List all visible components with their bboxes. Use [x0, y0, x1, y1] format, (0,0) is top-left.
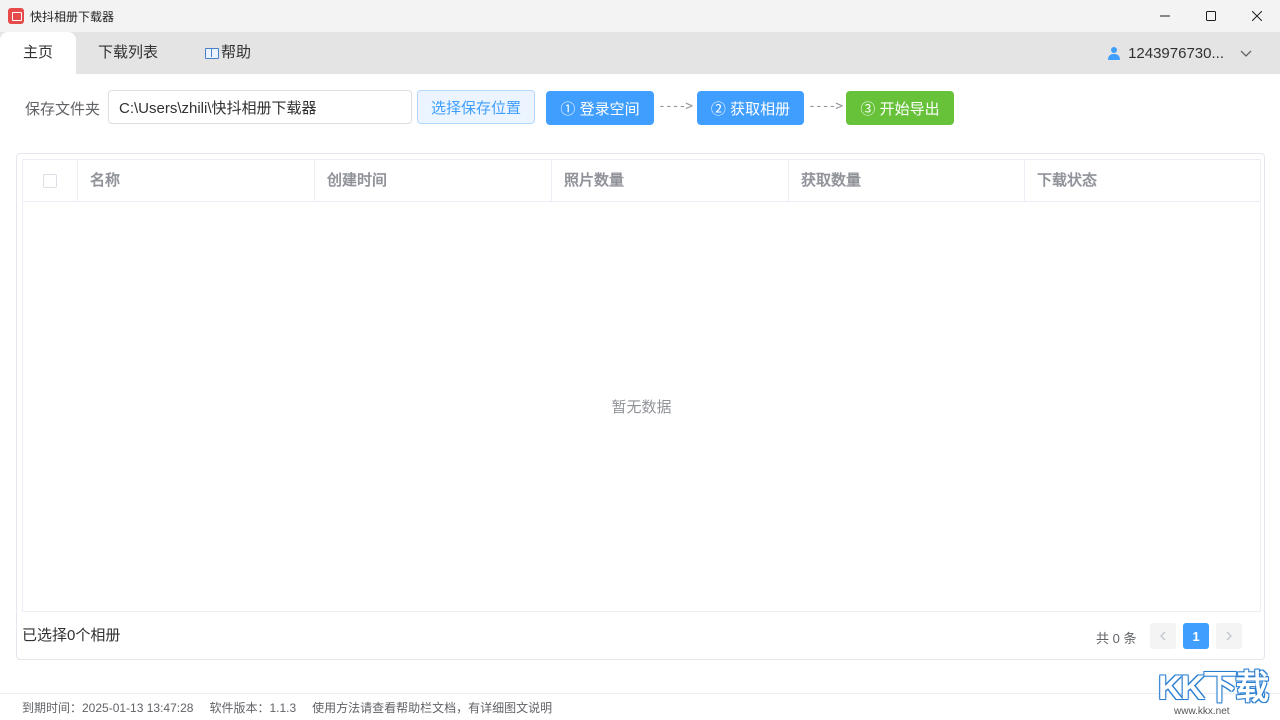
album-table-card: 名称 创建时间 照片数量 获取数量 下载状态 暂无数据 已选择0个相册 共 0 …: [16, 153, 1265, 660]
chevron-left-icon: [1160, 631, 1166, 641]
fetch-albums-button[interactable]: ② 获取相册: [697, 91, 804, 125]
step-arrow: ---->: [658, 99, 693, 114]
column-header-fetched-count: 获取数量: [789, 160, 1025, 201]
table-header: 名称 创建时间 照片数量 获取数量 下载状态: [23, 160, 1260, 202]
watermark: KK下载 www.kkx.net: [1158, 660, 1280, 720]
page-number-button[interactable]: 1: [1183, 623, 1209, 649]
chevron-down-icon: [1240, 45, 1252, 62]
user-menu[interactable]: 1243976730...: [1108, 32, 1252, 74]
help-hint: 使用方法请查看帮助栏文档，有详细图文说明: [312, 700, 553, 715]
select-all-cell: [23, 160, 78, 201]
user-account: 1243976730...: [1128, 44, 1224, 62]
close-icon: [1252, 11, 1262, 21]
window-controls: [1142, 0, 1280, 32]
tab-help[interactable]: 帮助: [190, 32, 266, 74]
step-arrow: ---->: [808, 99, 843, 114]
empty-state-text: 暂无数据: [611, 399, 672, 416]
start-export-button[interactable]: ③ 开始导出: [846, 91, 954, 125]
prev-page-button[interactable]: [1150, 623, 1176, 649]
next-page-button[interactable]: [1216, 623, 1242, 649]
column-header-name: 名称: [78, 160, 315, 201]
close-button[interactable]: [1234, 0, 1280, 32]
save-path-input[interactable]: [108, 90, 412, 124]
selected-count: 已选择0个相册: [22, 627, 121, 644]
column-header-photo-count: 照片数量: [552, 160, 789, 201]
login-space-button[interactable]: ① 登录空间: [546, 91, 654, 125]
save-folder-label: 保存文件夹: [25, 101, 101, 118]
maximize-icon: [1206, 11, 1216, 21]
total-count: 共 0 条: [1096, 631, 1137, 646]
window-title: 快抖相册下载器: [30, 9, 115, 24]
tab-help-label: 帮助: [220, 44, 251, 61]
watermark-url: www.kkx.net: [1174, 706, 1230, 717]
tab-home[interactable]: 主页: [0, 32, 76, 74]
tab-download-list[interactable]: 下载列表: [80, 32, 176, 74]
album-table: 名称 创建时间 照片数量 获取数量 下载状态 暂无数据: [22, 159, 1261, 612]
title-bar: 快抖相册下载器: [0, 0, 1280, 32]
column-header-download-status: 下载状态: [1037, 172, 1098, 189]
chevron-right-icon: [1226, 631, 1232, 641]
choose-location-button[interactable]: 选择保存位置: [417, 90, 535, 124]
minimize-button[interactable]: [1142, 0, 1188, 32]
watermark-logo: KK下载: [1158, 669, 1269, 707]
column-header-created: 创建时间: [315, 160, 552, 201]
software-version: 软件版本：1.1.3: [209, 700, 297, 715]
maximize-button[interactable]: [1188, 0, 1234, 32]
book-icon: [204, 47, 219, 59]
app-logo-icon: [8, 8, 24, 24]
select-all-checkbox[interactable]: [43, 173, 57, 188]
status-bar: 到期时间：2025-01-13 13:47:28 软件版本：1.1.3 使用方法…: [0, 693, 1280, 720]
tab-bar: 主页 下载列表 帮助 1243976730...: [0, 32, 1280, 74]
user-icon: [1108, 46, 1121, 60]
minimize-icon: [1160, 15, 1170, 17]
expire-time: 到期时间：2025-01-13 13:47:28: [22, 700, 194, 715]
